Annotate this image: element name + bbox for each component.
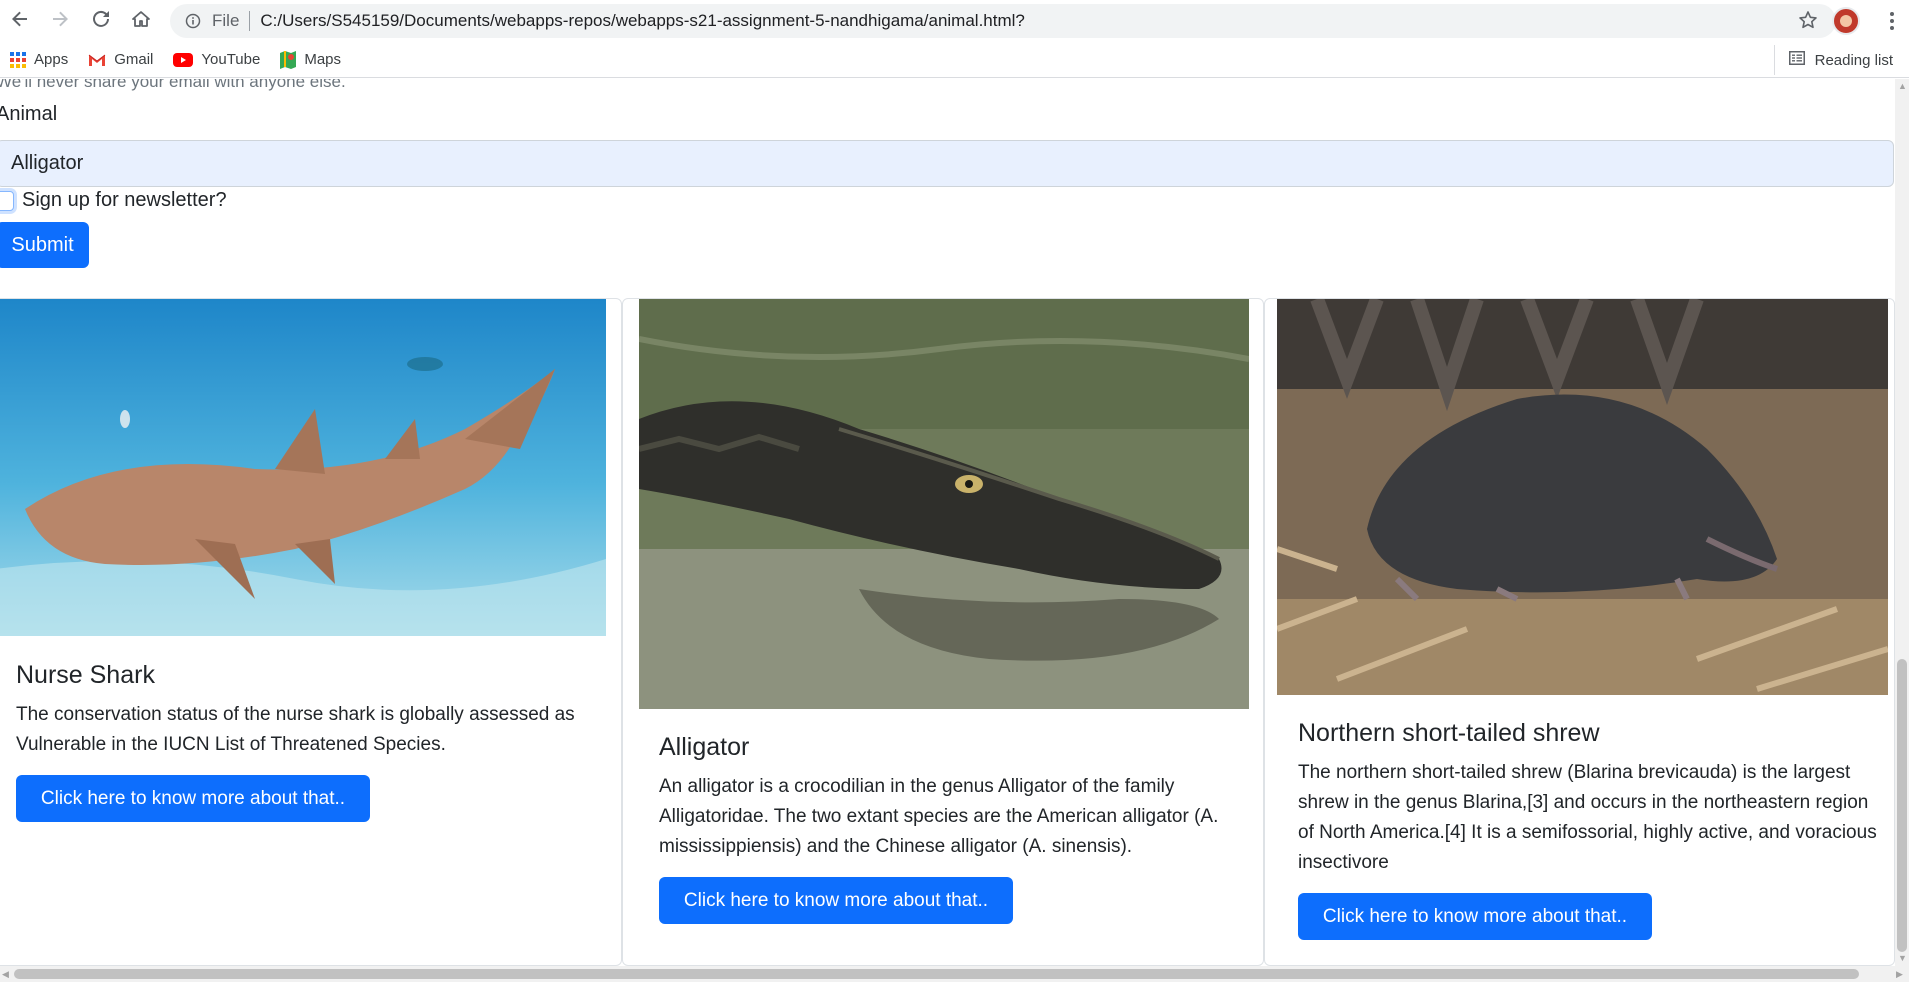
menu-kebab-icon[interactable] bbox=[1878, 0, 1906, 42]
address-bar[interactable]: File C:/Users/S545159/Documents/webapps-… bbox=[170, 4, 1836, 38]
animal-input[interactable]: Alligator bbox=[0, 140, 1894, 187]
avatar-face bbox=[1840, 15, 1852, 27]
reading-list-button[interactable]: Reading list bbox=[1773, 45, 1899, 75]
horizontal-scrollbar[interactable]: ◀ ▶ bbox=[0, 966, 1909, 982]
newsletter-label: Sign up for newsletter? bbox=[22, 189, 227, 211]
gmail-icon bbox=[88, 53, 106, 67]
vertical-scrollbar[interactable]: ▲ ▼ bbox=[1895, 79, 1909, 966]
url-separator bbox=[249, 11, 251, 31]
scroll-down-arrow-icon[interactable]: ▼ bbox=[1898, 953, 1907, 963]
bookmark-star-icon[interactable] bbox=[1798, 10, 1818, 35]
page-content: We'll never share your email with anyone… bbox=[0, 79, 1895, 966]
home-icon bbox=[132, 10, 150, 33]
reload-button[interactable] bbox=[81, 0, 121, 42]
card-text: The northern short-tailed shrew (Blarina… bbox=[1298, 762, 1877, 873]
maps-icon bbox=[280, 50, 297, 69]
card-shrew: Northern short-tailed shrew The northern… bbox=[1264, 298, 1895, 966]
know-more-button[interactable]: Click here to know more about that.. bbox=[16, 775, 370, 822]
back-arrow-icon bbox=[11, 10, 29, 33]
animal-cards: Nurse Shark The conservation status of t… bbox=[0, 298, 1895, 966]
card-title: Alligator bbox=[659, 733, 750, 761]
apps-grid-icon bbox=[10, 51, 26, 68]
bookmarks-bar: Apps Gmail YouTube Maps Reading list bbox=[0, 42, 1909, 78]
url-scheme-label: File bbox=[212, 11, 240, 30]
reading-list-icon bbox=[1788, 51, 1805, 69]
scroll-up-arrow-icon[interactable]: ▲ bbox=[1898, 81, 1907, 91]
submit-button[interactable]: Submit bbox=[0, 222, 89, 268]
reading-list-label: Reading list bbox=[1814, 51, 1893, 69]
vertical-scroll-thumb[interactable] bbox=[1897, 659, 1907, 952]
alligator-image bbox=[639, 299, 1249, 709]
bookmark-label: Maps bbox=[304, 51, 342, 68]
bookmark-gmail[interactable]: Gmail bbox=[78, 45, 163, 75]
youtube-icon bbox=[173, 52, 194, 67]
bookmark-label: Gmail bbox=[114, 51, 154, 68]
know-more-button[interactable]: Click here to know more about that.. bbox=[659, 877, 1013, 924]
bookmark-youtube[interactable]: YouTube bbox=[163, 45, 270, 75]
email-help-text: We'll never share your email with anyone… bbox=[0, 79, 346, 91]
horizontal-scroll-thumb[interactable] bbox=[14, 969, 1859, 979]
bookmark-maps[interactable]: Maps bbox=[270, 45, 351, 75]
scroll-right-arrow-icon[interactable]: ▶ bbox=[1896, 969, 1903, 980]
reload-icon bbox=[92, 10, 110, 33]
profile-avatar[interactable] bbox=[1832, 7, 1860, 35]
card-alligator: Alligator An alligator is a crocodilian … bbox=[622, 298, 1264, 966]
url-text[interactable]: C:/Users/S545159/Documents/webapps-repos… bbox=[260, 11, 1024, 31]
know-more-button[interactable]: Click here to know more about that.. bbox=[1298, 893, 1652, 940]
shrew-image bbox=[1277, 299, 1888, 695]
card-title: Northern short-tailed shrew bbox=[1298, 719, 1600, 747]
nurse-shark-image bbox=[0, 299, 606, 636]
bookmark-label: YouTube bbox=[201, 51, 261, 68]
bookmark-label: Apps bbox=[34, 51, 69, 68]
card-text: An alligator is a crocodilian in the gen… bbox=[659, 776, 1219, 857]
browser-toolbar: File C:/Users/S545159/Documents/webapps-… bbox=[0, 0, 1909, 42]
forward-arrow-icon bbox=[51, 10, 69, 33]
back-button[interactable] bbox=[0, 0, 40, 42]
card-nurse-shark: Nurse Shark The conservation status of t… bbox=[0, 298, 622, 966]
forward-button[interactable] bbox=[40, 0, 80, 42]
card-title: Nurse Shark bbox=[16, 661, 155, 689]
scroll-left-arrow-icon[interactable]: ◀ bbox=[2, 969, 9, 980]
bookmark-apps[interactable]: Apps bbox=[0, 45, 78, 75]
newsletter-checkbox[interactable] bbox=[0, 190, 14, 211]
card-text: The conservation status of the nurse sha… bbox=[16, 704, 575, 755]
animal-label: Animal bbox=[0, 103, 58, 125]
home-button[interactable] bbox=[121, 0, 161, 42]
info-icon[interactable] bbox=[184, 12, 202, 30]
newsletter-checkbox-row[interactable]: Sign up for newsletter? bbox=[0, 189, 227, 212]
